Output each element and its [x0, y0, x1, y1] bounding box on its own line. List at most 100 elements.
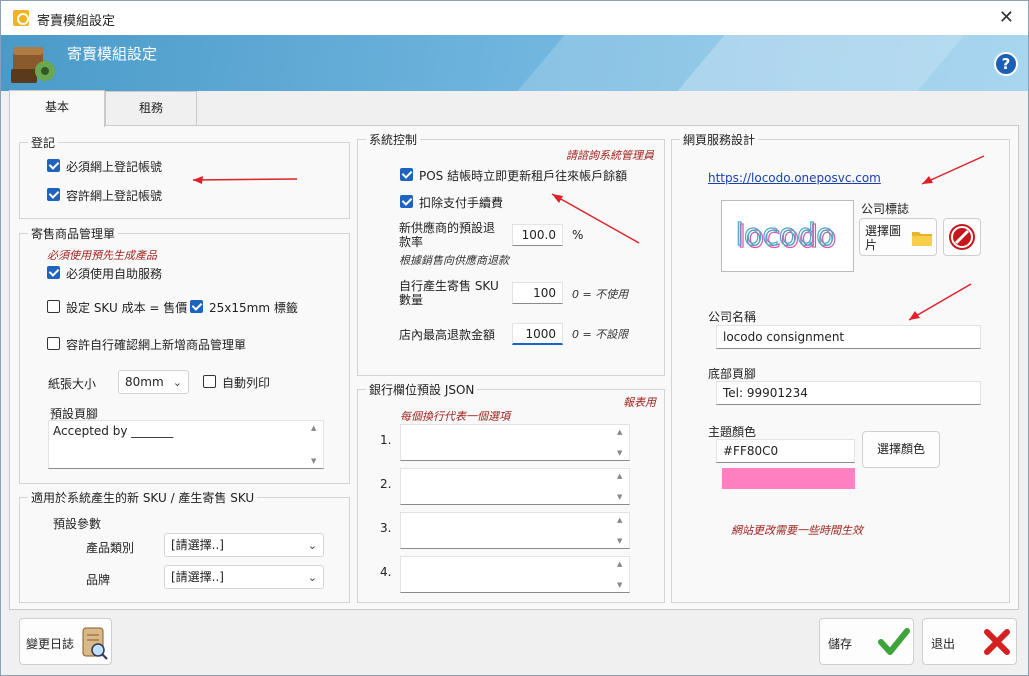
bank-row-2-label: 2.	[380, 477, 392, 491]
bank-row-2-textarea[interactable]	[400, 468, 630, 505]
annotation-arrow	[921, 155, 985, 185]
line-option-note: 每個換行代表一個選項	[400, 410, 510, 423]
category-value: [請選擇..]	[171, 538, 224, 552]
system-control-group-title: 系統控制	[366, 131, 421, 148]
bank-row-4-textarea[interactable]	[400, 556, 630, 593]
company-logo-image: locodo locodo	[721, 200, 854, 272]
locodo-logo: locodo locodo	[735, 217, 837, 255]
auto-print-label: 自動列印	[222, 376, 271, 390]
theme-color-input[interactable]: #FF80C0	[716, 439, 855, 463]
save-button[interactable]: 儲存	[819, 618, 914, 665]
allow-register-checkbox[interactable]	[47, 188, 60, 201]
label-size-checkbox[interactable]	[190, 300, 203, 313]
company-logo-label: 公司標誌	[861, 202, 910, 216]
select-image-label: 選擇圖片	[865, 224, 902, 252]
must-register-label: 必須網上登記帳號	[66, 160, 163, 174]
paper-size-value: 80mm	[125, 375, 164, 389]
web-service-group-title: 網頁服務設計	[680, 131, 759, 148]
tab-panel-basic: 登記 必須網上登記帳號 容許網上登記帳號 寄售商品管理單 必須使用預先生成產品 …	[9, 125, 1019, 610]
bank-row-1-label: 1.	[380, 433, 392, 447]
annotation-arrow	[551, 193, 640, 244]
footer-input[interactable]: Tel: 99901234	[716, 381, 981, 405]
admin-note: 請諮詢系統管理員	[566, 149, 654, 162]
scrollbar[interactable]	[617, 516, 627, 545]
pregenerated-note: 必須使用預先生成產品	[47, 249, 157, 262]
close-icon[interactable]: ✕	[999, 7, 1014, 28]
chevron-down-icon: ⌄	[307, 571, 317, 584]
bank-json-group: 銀行欄位預設 JSON 報表用 每個換行代表一個選項 1. 2. 3. 4.	[357, 381, 665, 603]
save-label: 儲存	[828, 637, 853, 651]
default-footer-textarea[interactable]: Accepted by _______	[48, 420, 324, 469]
scrollbar[interactable]	[617, 428, 627, 457]
default-footer-value: Accepted by _______	[53, 424, 174, 438]
scrollbar[interactable]	[311, 424, 321, 465]
annotation-arrow	[192, 176, 298, 184]
bank-row-3-label: 3.	[380, 521, 392, 535]
brand-select[interactable]: [請選擇..] ⌄	[164, 565, 324, 589]
exit-button[interactable]: 退出	[922, 618, 1017, 665]
auto-print-checkbox[interactable]	[203, 375, 216, 388]
delay-note: 網站更改需要一些時間生效	[731, 524, 863, 537]
must-register-checkbox[interactable]	[47, 159, 60, 172]
allow-confirm-checkbox[interactable]	[47, 337, 60, 350]
scroll-search-icon	[82, 627, 108, 660]
sku-cost-checkbox[interactable]	[47, 300, 60, 313]
paper-size-label: 紙張大小	[48, 377, 97, 391]
chevron-down-icon: ⌄	[172, 376, 182, 389]
deduct-fee-label: 扣除支付手續費	[419, 196, 504, 210]
sku-defaults-group-title: 適用於系統產生的新 SKU / 產生寄售 SKU	[28, 489, 258, 506]
theme-color-swatch	[722, 468, 855, 489]
auto-service-checkbox[interactable]	[47, 266, 60, 279]
select-image-button[interactable]: 選擇圖片	[859, 218, 937, 256]
sku-count-label: 自行產生寄售 SKU 數量	[399, 279, 499, 307]
brand-label: 品牌	[86, 573, 111, 587]
title-bar: 寄賣模組設定 ✕	[1, 1, 1028, 35]
allow-confirm-label: 容許自行確認網上新增商品管理單	[66, 338, 247, 352]
category-select[interactable]: [請選擇..] ⌄	[164, 533, 324, 557]
brand-value: [請選擇..]	[171, 570, 224, 584]
select-color-button[interactable]: 選擇顏色	[862, 431, 940, 468]
system-control-group: 系統控制 請諮詢系統管理員 POS 結帳時立即更新租戶往來帳戶餘額 扣除支付手續…	[357, 131, 665, 376]
bank-row-3-textarea[interactable]	[400, 512, 630, 549]
max-refund-input[interactable]: 1000	[512, 323, 563, 345]
tab-rental[interactable]: 租務	[105, 91, 197, 126]
sku-defaults-group: 適用於系統產生的新 SKU / 產生寄售 SKU 預設參數 產品類別 [請選擇.…	[19, 489, 350, 603]
changelog-button[interactable]: 變更日誌	[19, 618, 112, 665]
banner-title: 寄賣模組設定	[67, 45, 158, 63]
max-refund-note: 0 = 不設限	[572, 328, 629, 341]
sku-count-input[interactable]: 100	[512, 282, 563, 304]
theme-color-label: 主題顏色	[708, 425, 757, 439]
scrollbar[interactable]	[617, 472, 627, 501]
footer-label: 底部頁腳	[708, 367, 757, 381]
consign-items-group: 寄售商品管理單 必須使用預先生成產品 必須使用自助服務 設定 SKU 成本 = …	[19, 225, 350, 484]
app-icon	[13, 10, 29, 26]
help-icon[interactable]: ?	[994, 52, 1018, 76]
clear-logo-button[interactable]	[943, 218, 981, 256]
close-red-icon	[984, 629, 1010, 655]
report-note: 報表用	[623, 396, 656, 409]
company-name-label: 公司名稱	[708, 310, 757, 324]
exit-label: 退出	[931, 637, 956, 651]
window-title: 寄賣模組設定	[37, 14, 116, 29]
window: 寄賣模組設定 ✕ 寄賣模組設定 ? 基本 租務 登記 必須網上登記帳號 容許網上…	[0, 0, 1029, 676]
annotation-arrow	[908, 283, 972, 321]
paper-size-select[interactable]: 80mm ⌄	[118, 370, 189, 394]
scrollbar[interactable]	[617, 560, 627, 589]
web-url-link[interactable]: https://locodo.oneposvc.com	[708, 171, 881, 185]
pos-update-label: POS 結帳時立即更新租戶往來帳戶餘額	[419, 169, 628, 183]
logo-text: locodo	[736, 218, 835, 253]
max-refund-label: 店內最高退款金額	[399, 328, 496, 342]
web-service-group: 網頁服務設計 https://locodo.oneposvc.com locod…	[671, 131, 1010, 603]
bank-row-4-label: 4.	[380, 565, 392, 579]
bank-json-group-title: 銀行欄位預設 JSON	[366, 381, 478, 398]
bank-row-1-textarea[interactable]	[400, 424, 630, 461]
sku-count-note: 0 = 不使用	[572, 288, 629, 301]
consignment-module-icon	[11, 47, 55, 83]
no-entry-icon	[949, 224, 975, 250]
pos-update-checkbox[interactable]	[400, 168, 413, 181]
tab-basic[interactable]: 基本	[9, 90, 105, 127]
consign-items-group-title: 寄售商品管理單	[28, 225, 119, 242]
company-name-input[interactable]: locodo consignment	[716, 325, 981, 349]
registration-group-title: 登記	[28, 134, 59, 151]
deduct-fee-checkbox[interactable]	[400, 195, 413, 208]
